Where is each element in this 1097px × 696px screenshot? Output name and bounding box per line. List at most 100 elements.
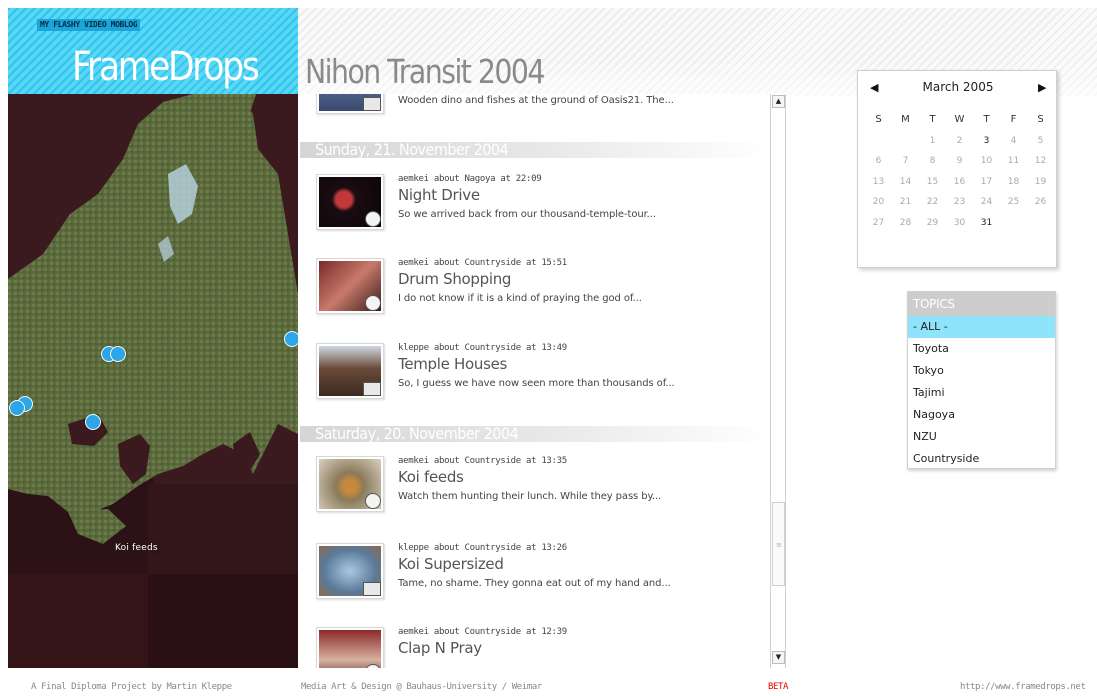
scroll-down-button[interactable]: ▼ — [772, 651, 785, 664]
entry-thumbnail[interactable] — [316, 343, 384, 399]
entry-thumbnail[interactable] — [316, 456, 384, 512]
topics-list: - ALL - Toyota Tokyo Tajimi Nagoya NZU Country… — [908, 316, 1055, 470]
map-marker[interactable] — [284, 331, 298, 347]
tagline: MY FLASHY VIDEO MOBLOG — [37, 19, 141, 31]
entry-thumbnail[interactable] — [316, 174, 384, 230]
map-marker[interactable] — [9, 400, 25, 416]
list-item[interactable]: aemkei about Nagoya at 22:09 Night Drive… — [300, 174, 770, 254]
calendar-day: 18 — [1007, 176, 1020, 187]
photo-icon — [363, 382, 381, 396]
calendar-day[interactable]: 31 — [973, 214, 1000, 235]
calendar-day: 8 — [929, 156, 936, 166]
list-item[interactable]: kleppe about Countryside at 13:49 Temple… — [300, 343, 770, 423]
day-label: Sunday, 21. November 2004 — [315, 140, 509, 159]
map-terrain — [8, 94, 298, 668]
beta-badge: BETA — [768, 682, 789, 692]
calendar-empty — [1027, 214, 1054, 235]
calendar-day: 27 — [872, 217, 885, 228]
list-item[interactable]: Wooden dino and fishes at the ground of … — [300, 94, 770, 138]
photo-icon — [363, 97, 381, 111]
calendar-day: 13 — [872, 176, 885, 187]
calendar-day: 17 — [980, 176, 993, 187]
footer-url[interactable]: http://www.framedrops.net — [960, 682, 1086, 692]
calendar-grid: S M T W T F S 1 2 3 4 5 6 7 8 9 10 11 12 13 14 15 16 17 18 19 20 21… — [865, 111, 1055, 234]
map-marker[interactable] — [85, 414, 101, 430]
calendar-weekday: M — [901, 114, 910, 125]
calendar-day: 7 — [902, 156, 909, 166]
calendar-day: 29 — [926, 217, 939, 228]
topic-item[interactable]: NZU — [908, 426, 1055, 448]
entry-title[interactable]: Koi Supersized — [398, 555, 504, 573]
calendar-weekday: S — [1037, 114, 1044, 125]
video-icon — [365, 211, 381, 227]
list-item[interactable]: kleppe about Countryside at 13:26 Koi Su… — [300, 543, 770, 623]
entry-feed[interactable]: Wooden dino and fishes at the ground of … — [300, 94, 770, 668]
calendar-empty — [865, 132, 892, 153]
entry-description: Watch them hunting their lunch. While th… — [398, 491, 662, 502]
calendar-day[interactable]: 3 — [973, 132, 1000, 153]
entry-meta: aemkei about Countryside at 12:39 — [398, 627, 567, 637]
calendar-day: 12 — [1034, 156, 1047, 166]
entry-title[interactable]: Drum Shopping — [398, 270, 511, 288]
day-label: Saturday, 20. November 2004 — [315, 424, 519, 443]
entry-meta: aemkei about Countryside at 13:35 — [398, 456, 567, 466]
calendar-day: 15 — [926, 176, 939, 187]
calendar-day: 22 — [926, 197, 939, 207]
calendar-day: 5 — [1037, 135, 1044, 146]
calendar-weekday: S — [875, 114, 882, 125]
calendar-day: 21 — [899, 197, 912, 207]
list-item[interactable]: aemkei about Countryside at 13:35 Koi fe… — [300, 456, 770, 536]
entry-title[interactable]: Koi feeds — [398, 468, 464, 486]
calendar-day: 20 — [872, 197, 885, 207]
topics-header: TOPICS — [908, 292, 1055, 316]
entry-meta: kleppe about Countryside at 13:26 — [398, 543, 567, 553]
entry-description: I do not know if it is a kind of praying… — [398, 293, 642, 304]
calendar-day: 24 — [980, 197, 993, 207]
scroll-up-button[interactable]: ▲ — [772, 95, 785, 108]
topic-item[interactable]: Countryside — [908, 448, 1055, 470]
footer-credit: A Final Diploma Project by Martin Kleppe — [31, 682, 232, 692]
calendar-day: 16 — [953, 176, 966, 187]
day-header: Sunday, 21. November 2004 — [300, 140, 770, 159]
list-item[interactable]: aemkei about Countryside at 12:39 Clap N… — [300, 627, 770, 668]
calendar-day: 23 — [953, 197, 966, 207]
entry-title[interactable]: Temple Houses — [398, 355, 507, 373]
photo-icon — [363, 582, 381, 596]
entry-description: Tame, no shame. They gonna eat out of my… — [398, 578, 671, 589]
footer-school: Media Art & Design @ Bauhaus-University … — [301, 682, 542, 692]
calendar-day: 6 — [875, 156, 882, 166]
calendar-day: 25 — [1007, 197, 1020, 207]
calendar-day: 26 — [1034, 197, 1047, 207]
calendar-day: 28 — [899, 217, 912, 228]
video-icon — [365, 295, 381, 311]
scroll-thumb[interactable]: ≡ — [772, 502, 785, 586]
satellite-map[interactable]: Koi feeds — [8, 94, 298, 668]
app-title[interactable]: FrameDrops — [72, 44, 260, 90]
entry-title[interactable]: Night Drive — [398, 186, 480, 204]
calendar-next-button[interactable]: ▶ — [1038, 81, 1046, 94]
topic-item[interactable]: Nagoya — [908, 404, 1055, 426]
list-item[interactable]: aemkei about Countryside at 15:51 Drum S… — [300, 258, 770, 338]
calendar-empty — [892, 132, 919, 153]
entry-thumbnail[interactable] — [316, 94, 384, 114]
entry-thumbnail[interactable] — [316, 258, 384, 314]
topic-item[interactable]: Tajimi — [908, 382, 1055, 404]
entry-meta: aemkei about Nagoya at 22:09 — [398, 174, 542, 184]
calendar-day: 10 — [980, 156, 993, 166]
map-tooltip: Koi feeds — [113, 542, 160, 554]
topic-item[interactable]: Tokyo — [908, 360, 1055, 382]
topic-item[interactable]: - ALL - — [908, 316, 1055, 338]
entry-description: Wooden dino and fishes at the ground of … — [398, 95, 674, 106]
entry-thumbnail[interactable] — [316, 627, 384, 668]
calendar-widget: ◀ March 2005 ▶ S M T W T F S 1 2 3 4 5 6 7 8 9 10 11 12 13 1… — [857, 70, 1057, 268]
map-marker[interactable] — [110, 346, 126, 362]
feed-scrollbar[interactable]: ▲ ≡ ▼ — [770, 94, 786, 668]
entry-title[interactable]: Clap N Pray — [398, 639, 482, 657]
entry-thumbnail[interactable] — [316, 543, 384, 599]
topics-panel: TOPICS - ALL - Toyota Tokyo Tajimi Nagoya NZU… — [907, 291, 1056, 469]
calendar-day: 2 — [956, 135, 963, 146]
topic-item[interactable]: Toyota — [908, 338, 1055, 360]
calendar-day: 11 — [1007, 156, 1020, 166]
calendar-month-label: March 2005 — [922, 80, 994, 94]
calendar-day: 30 — [953, 217, 966, 228]
